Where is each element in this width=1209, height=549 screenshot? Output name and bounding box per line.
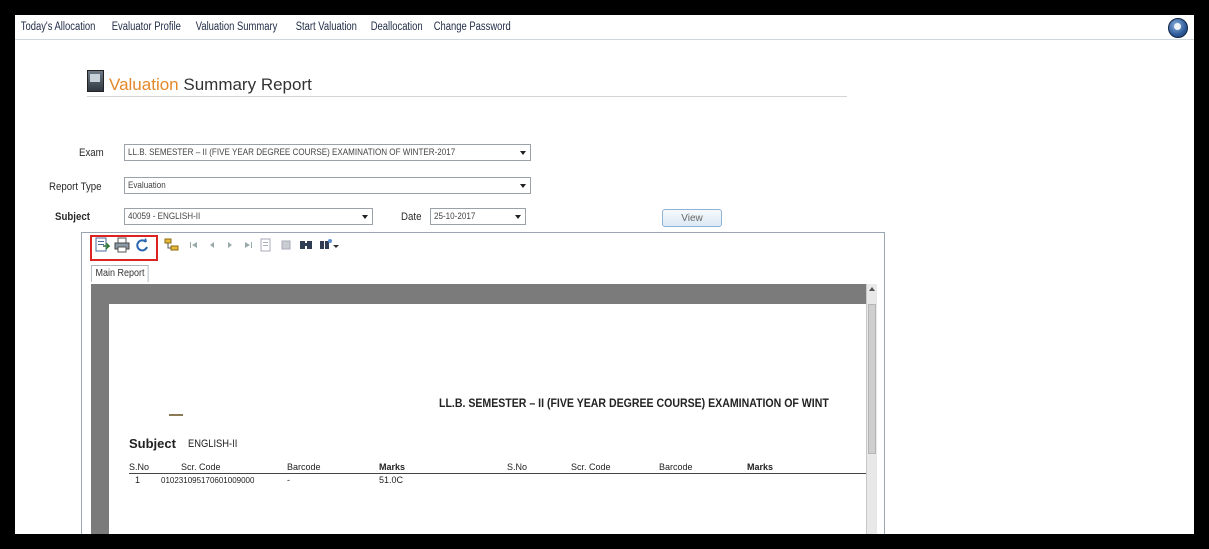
column-header-scr-code: Scr. Code	[181, 462, 221, 472]
search-icon[interactable]	[298, 237, 314, 253]
report-subject-label: Subject	[129, 436, 176, 451]
print-icon[interactable]	[114, 237, 130, 253]
report-page: LL.B. SEMESTER – II (FIVE YEAR DEGREE CO…	[109, 304, 874, 534]
chevron-down-icon	[362, 215, 368, 219]
table-row-marks: 51.0C	[379, 475, 404, 485]
last-page-icon[interactable]	[240, 237, 256, 253]
export-icon[interactable]	[94, 237, 110, 253]
home-icon[interactable]	[1168, 18, 1188, 38]
menu-start-valuation[interactable]: Start Valuation	[290, 21, 363, 33]
table-row-barcode: -	[287, 475, 290, 485]
browser-page: Today's Allocation Evaluator Profile Val…	[15, 15, 1194, 534]
page-title-text: Valuation Summary Report	[109, 75, 312, 95]
page-title: Valuation Summary Report	[87, 70, 847, 110]
next-page-icon[interactable]	[222, 237, 238, 253]
title-divider	[87, 96, 847, 97]
page-title-accent: Valuation	[109, 75, 179, 94]
group-tree-icon[interactable]	[164, 237, 180, 253]
viewer-toolbar	[82, 233, 884, 261]
column-header-barcode: Barcode	[287, 462, 321, 472]
report-subject-value: ENGLISH-II	[188, 438, 238, 450]
menu-todays-allocation[interactable]: Today's Allocation	[15, 21, 101, 33]
report-type-label: Report Type	[49, 181, 102, 193]
refresh-icon[interactable]	[134, 237, 150, 253]
date-select[interactable]: 25-10-2017	[430, 208, 526, 225]
top-menu-bar: Today's Allocation Evaluator Profile Val…	[15, 15, 1194, 40]
date-select-value: 25-10-2017	[434, 211, 476, 222]
menu-change-password[interactable]: Change Password	[428, 21, 517, 33]
page-title-rest: Summary Report	[178, 75, 312, 94]
report-icon	[87, 70, 104, 92]
goto-page-icon[interactable]	[258, 237, 274, 253]
screenshot-frame: Today's Allocation Evaluator Profile Val…	[7, 7, 1202, 542]
scroll-up-icon[interactable]	[869, 287, 875, 291]
scroll-thumb[interactable]	[868, 304, 876, 454]
report-type-select[interactable]: Evaluation	[124, 177, 531, 194]
column-header-marks-2: Marks	[747, 462, 774, 472]
view-button[interactable]: View	[662, 209, 722, 227]
exam-select[interactable]: LL.B. SEMESTER – II (FIVE YEAR DEGREE CO…	[124, 144, 531, 161]
column-header-sno-2: S.No	[507, 462, 528, 472]
logo-fragment	[169, 414, 183, 416]
chevron-down-icon[interactable]	[332, 237, 340, 253]
column-header-sno: S.No	[129, 462, 150, 472]
chevron-down-icon	[520, 151, 526, 155]
header-divider	[129, 473, 869, 474]
report-viewer: Main Report LL.B. SEMESTER – II (FIVE YE…	[81, 232, 885, 534]
stop-icon[interactable]	[278, 237, 294, 253]
report-canvas: LL.B. SEMESTER – II (FIVE YEAR DEGREE CO…	[91, 284, 877, 534]
vertical-scrollbar[interactable]	[866, 284, 877, 534]
chevron-down-icon	[515, 215, 521, 219]
column-header-scr-code-2: Scr. Code	[571, 462, 611, 472]
exam-select-value: LL.B. SEMESTER – II (FIVE YEAR DEGREE CO…	[128, 147, 456, 158]
first-page-icon[interactable]	[186, 237, 202, 253]
date-label: Date	[401, 211, 422, 223]
report-type-value: Evaluation	[128, 180, 166, 191]
menu-evaluator-profile[interactable]: Evaluator Profile	[106, 21, 187, 33]
subject-label: Subject	[55, 211, 90, 223]
table-row-sno: 1	[135, 475, 141, 485]
subject-select[interactable]: 40059 - ENGLISH-II	[124, 208, 373, 225]
column-header-marks: Marks	[379, 462, 406, 472]
report-heading: LL.B. SEMESTER – II (FIVE YEAR DEGREE CO…	[439, 396, 829, 410]
subject-select-value: 40059 - ENGLISH-II	[128, 211, 201, 222]
exam-label: Exam	[79, 147, 104, 159]
tab-main-report[interactable]: Main Report	[91, 265, 150, 282]
menu-deallocation[interactable]: Deallocation	[365, 21, 428, 33]
chevron-down-icon	[520, 184, 526, 188]
previous-page-icon[interactable]	[204, 237, 220, 253]
menu-valuation-summary[interactable]: Valuation Summary	[190, 21, 283, 33]
column-header-barcode-2: Barcode	[659, 462, 693, 472]
table-row-scr-code: 010231095170601009000	[161, 476, 255, 485]
